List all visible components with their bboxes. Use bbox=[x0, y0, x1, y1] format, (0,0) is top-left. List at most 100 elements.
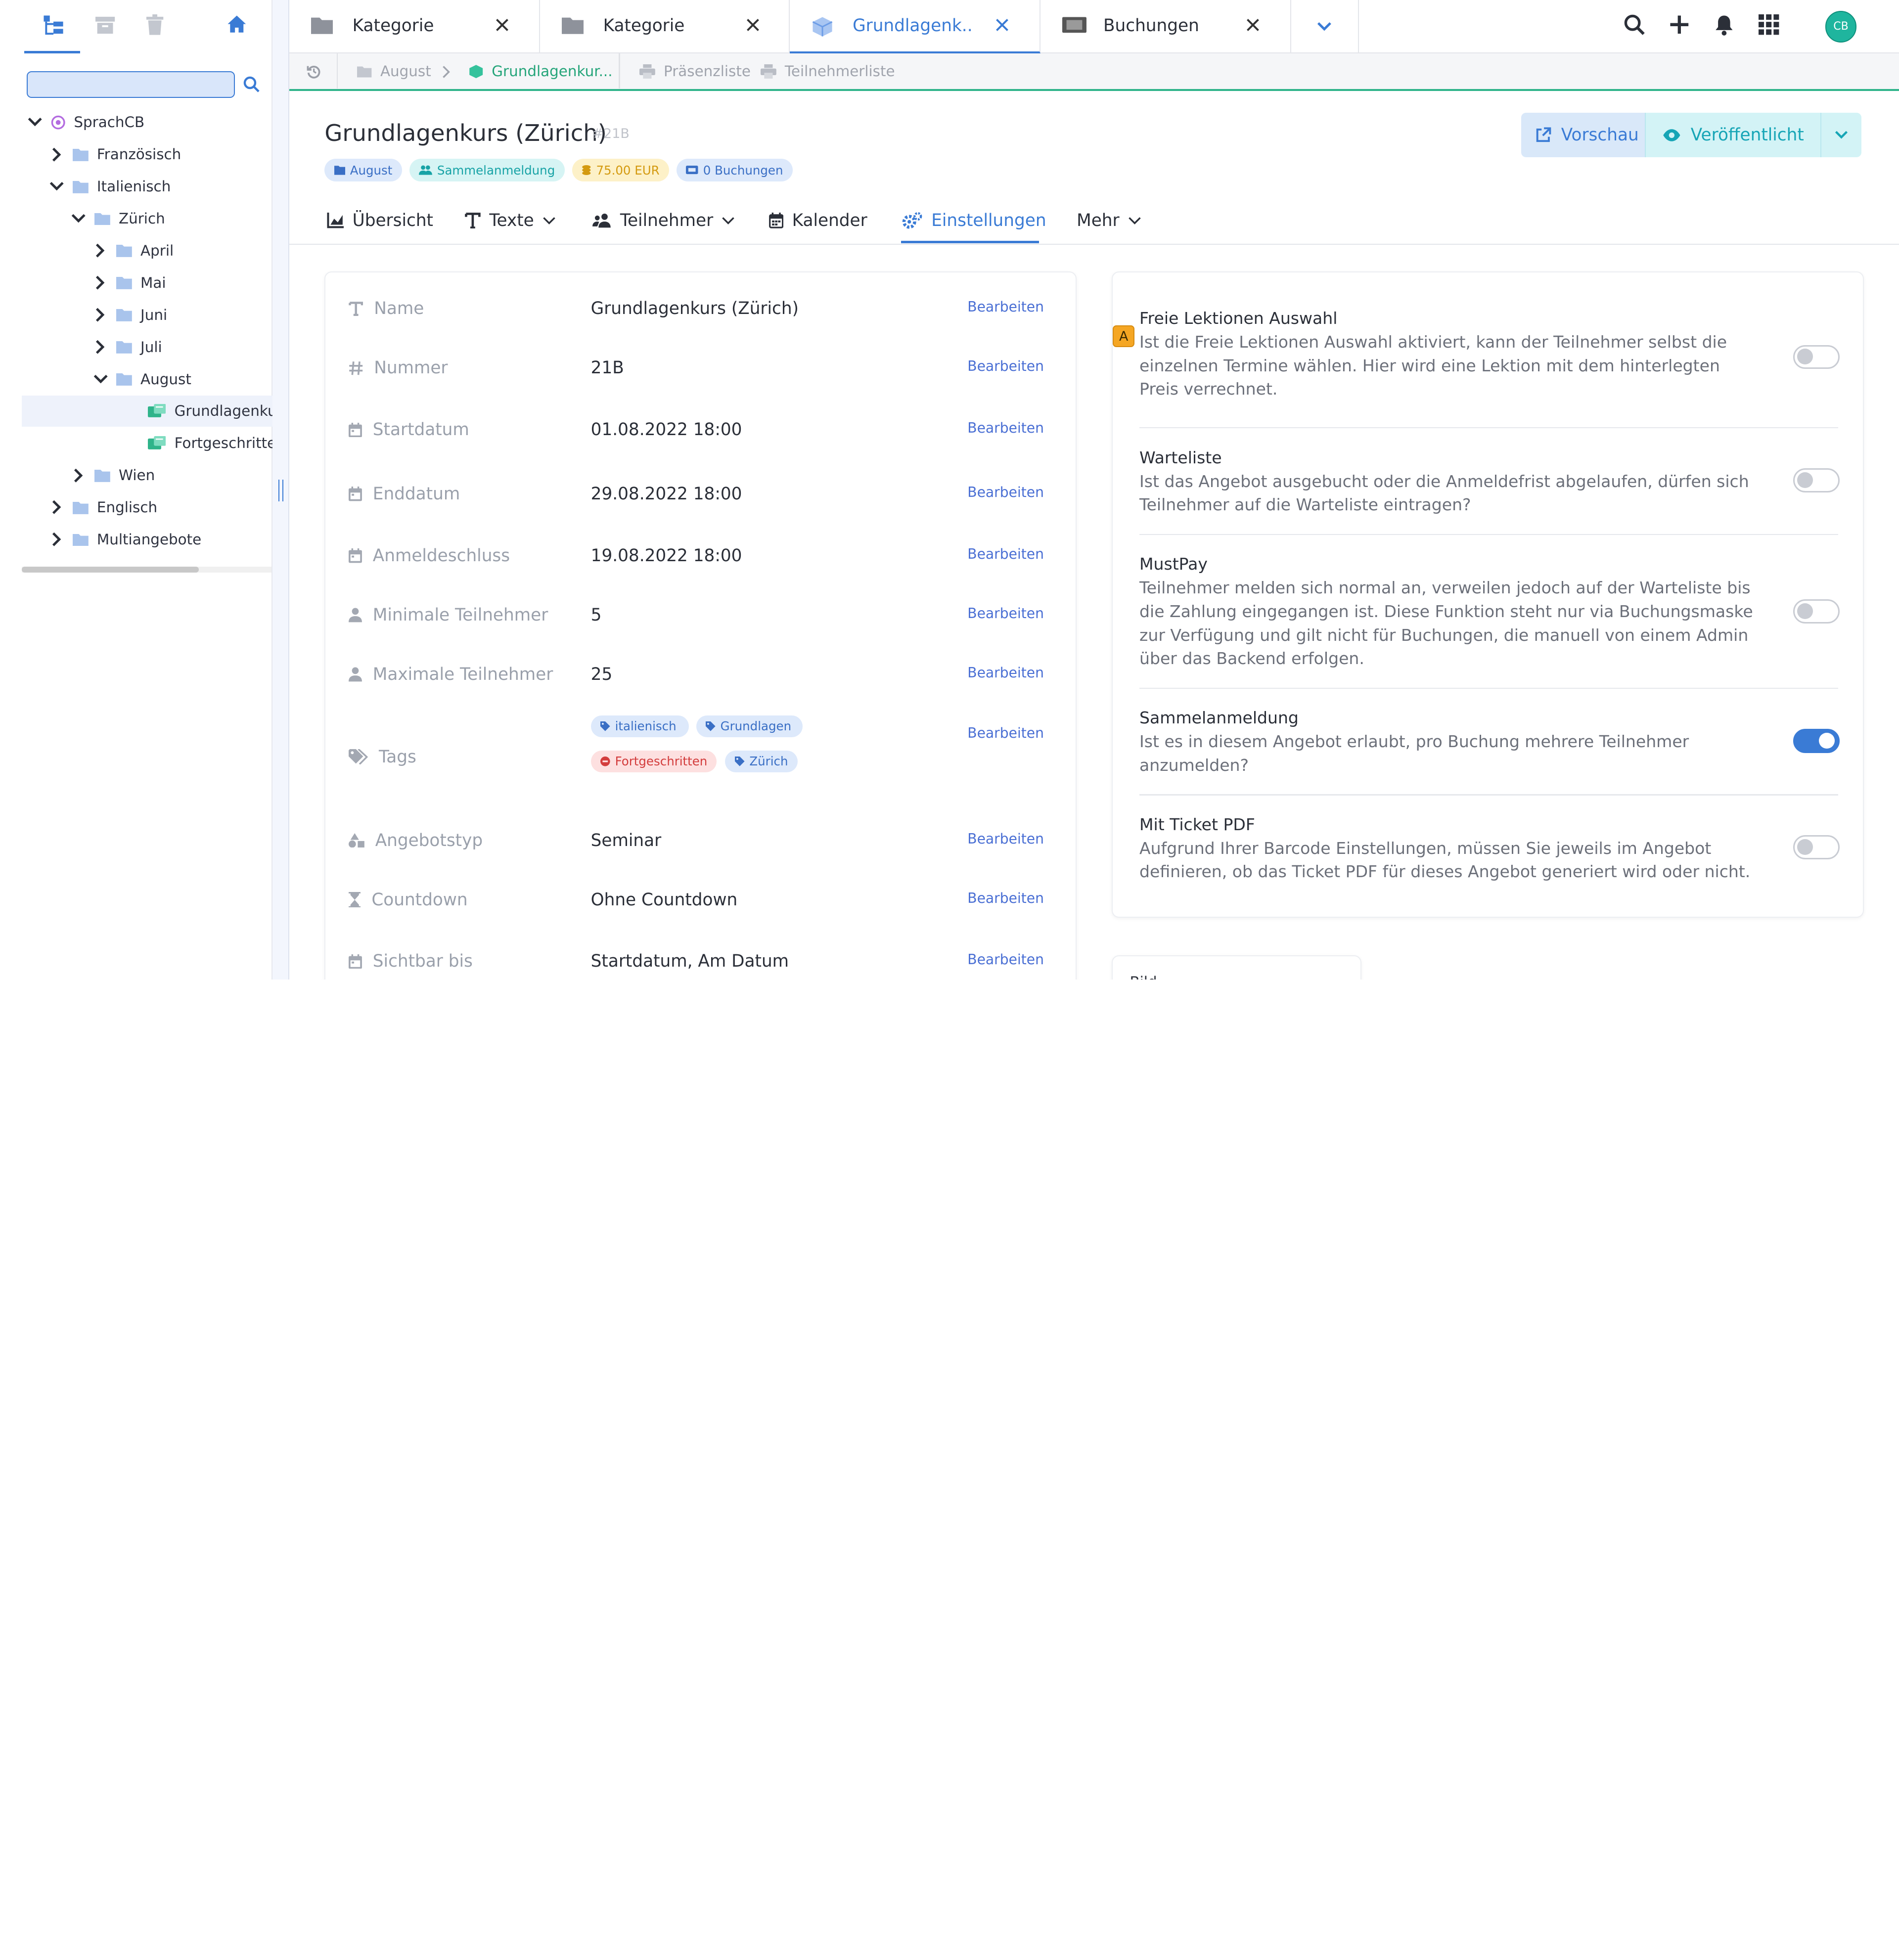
chevron-right-icon[interactable] bbox=[92, 242, 109, 259]
tab-kalender[interactable]: Kalender bbox=[769, 211, 867, 230]
setting-description: Ist es in diesem Angebot erlaubt, pro Bu… bbox=[1139, 732, 1689, 775]
tab-kategorie-2[interactable]: Kategorie bbox=[540, 0, 790, 53]
trash-icon[interactable] bbox=[146, 14, 164, 36]
edit-link[interactable]: Bearbeiten bbox=[967, 725, 1044, 741]
edit-link[interactable]: Bearbeiten bbox=[967, 546, 1044, 562]
chevron-down-icon[interactable] bbox=[27, 114, 44, 131]
edit-link[interactable]: Bearbeiten bbox=[967, 831, 1044, 847]
close-icon[interactable] bbox=[496, 18, 509, 32]
printer-icon bbox=[639, 64, 655, 79]
tree-node-mai[interactable]: Mai bbox=[22, 267, 272, 299]
calendar-icon bbox=[348, 954, 362, 969]
plus-icon[interactable] bbox=[1669, 14, 1690, 35]
tag-fortgeschritten[interactable]: Fortgeschritten bbox=[590, 750, 717, 772]
tabs-overflow-button[interactable] bbox=[1291, 0, 1359, 53]
chevron-right-icon[interactable] bbox=[48, 146, 65, 163]
property-value: 5 bbox=[590, 605, 602, 625]
tree-search-input[interactable] bbox=[26, 71, 235, 98]
tab-mehr[interactable]: Mehr bbox=[1077, 211, 1141, 230]
tab-buchungen[interactable]: Buchungen bbox=[1040, 0, 1291, 53]
tab-kategorie-1[interactable]: Kategorie bbox=[289, 0, 541, 53]
toggle-switch[interactable] bbox=[1793, 345, 1840, 369]
property-label-text: Anmeldeschluss bbox=[372, 546, 510, 566]
tab-einstellungen[interactable]: Einstellungen bbox=[902, 211, 1046, 230]
edit-link[interactable]: Bearbeiten bbox=[967, 665, 1044, 681]
tree-node-juni[interactable]: Juni bbox=[22, 299, 272, 331]
toggle-switch[interactable] bbox=[1793, 728, 1840, 753]
archive-icon[interactable] bbox=[95, 14, 115, 36]
badge-bookings[interactable]: 0 Buchungen bbox=[676, 158, 793, 182]
tab-teilnehmer[interactable]: Teilnehmer bbox=[592, 211, 735, 230]
breadcrumb-item-august[interactable]: August bbox=[357, 63, 431, 80]
tab-label: Einstellungen bbox=[931, 211, 1046, 231]
tree-node-multiangebote[interactable]: Multiangebote bbox=[22, 524, 272, 555]
tree-node-französisch[interactable]: Französisch bbox=[22, 138, 272, 170]
toggle-switch[interactable] bbox=[1793, 599, 1840, 624]
close-icon[interactable] bbox=[746, 18, 760, 32]
chevron-right-icon[interactable] bbox=[48, 499, 65, 516]
page-title: Grundlagenkurs (Zürich) bbox=[324, 120, 607, 147]
sidebar-resize-handle[interactable] bbox=[272, 0, 290, 980]
tree-node-label: Mai bbox=[140, 274, 166, 291]
tree-node-august[interactable]: August bbox=[22, 363, 272, 395]
home-icon[interactable] bbox=[226, 14, 247, 34]
tag-italienisch[interactable]: italienisch bbox=[590, 715, 689, 737]
edit-link[interactable]: Bearbeiten bbox=[967, 420, 1044, 436]
chevron-right-icon[interactable] bbox=[48, 531, 65, 548]
chevron-right-icon[interactable] bbox=[92, 307, 109, 323]
tree-node-zürich[interactable]: Zürich bbox=[22, 203, 272, 234]
badge-category[interactable]: August bbox=[324, 158, 402, 182]
scrollbar-thumb[interactable] bbox=[22, 567, 199, 573]
tag-z-rich[interactable]: Zürich bbox=[725, 750, 798, 772]
tab-label: Teilnehmer bbox=[620, 211, 714, 231]
bell-icon[interactable] bbox=[1715, 14, 1733, 36]
user-icon bbox=[348, 667, 362, 682]
chevron-right-icon[interactable] bbox=[92, 338, 109, 355]
tab-uebersicht[interactable]: Übersicht bbox=[327, 211, 433, 230]
tree-node-grundlagenkurs[interactable]: Grundlagenkurs bbox=[22, 395, 273, 427]
tree-node-wien[interactable]: Wien bbox=[22, 459, 272, 491]
tag-grundlagen[interactable]: Grundlagen bbox=[696, 715, 803, 737]
tree-node-englisch[interactable]: Englisch bbox=[22, 491, 272, 523]
badge-price[interactable]: 75.00 EUR bbox=[572, 158, 670, 182]
toggle-switch[interactable] bbox=[1793, 468, 1840, 493]
close-icon[interactable] bbox=[1246, 18, 1260, 32]
chevron-down-icon[interactable] bbox=[48, 178, 65, 195]
tree-node-fortgeschrittene[interactable]: Fortgeschrittene bbox=[22, 427, 272, 459]
apps-grid-icon[interactable] bbox=[1758, 14, 1779, 35]
badge-registration[interactable]: Sammelanmeldung bbox=[409, 158, 565, 182]
published-button[interactable]: Veröffentlicht bbox=[1646, 112, 1822, 158]
edit-link[interactable]: Bearbeiten bbox=[967, 299, 1044, 315]
chevron-right-icon[interactable] bbox=[92, 274, 109, 291]
edit-link[interactable]: Bearbeiten bbox=[967, 605, 1044, 622]
teilnehmerliste-link[interactable]: Teilnehmerliste bbox=[760, 63, 895, 80]
toggle-switch[interactable] bbox=[1793, 835, 1840, 860]
chevron-down-icon[interactable] bbox=[70, 210, 87, 227]
avatar[interactable]: CB bbox=[1825, 11, 1857, 43]
edit-link[interactable]: Bearbeiten bbox=[967, 484, 1044, 500]
edit-link[interactable]: Bearbeiten bbox=[967, 890, 1044, 906]
close-icon[interactable] bbox=[995, 18, 1009, 32]
tree-node-juli[interactable]: Juli bbox=[22, 331, 272, 363]
tree-icon[interactable] bbox=[43, 14, 64, 36]
search-icon[interactable] bbox=[1624, 14, 1646, 36]
tab-grundlagenkurs[interactable]: Grundlagenk... bbox=[789, 0, 1040, 53]
search-icon[interactable] bbox=[243, 76, 260, 93]
chevron-right-icon[interactable] bbox=[70, 467, 87, 484]
tree-node-april[interactable]: April bbox=[22, 235, 272, 267]
breadcrumb-item-current[interactable]: Grundlagenkur... bbox=[469, 63, 613, 80]
tree-node-italienisch[interactable]: Italienisch bbox=[22, 171, 272, 202]
tree-node-sprachcb[interactable]: SprachCB bbox=[22, 107, 272, 138]
sidebar-scrollbar[interactable] bbox=[22, 567, 271, 573]
publish-options-button[interactable] bbox=[1821, 112, 1862, 158]
chevron-down-icon[interactable] bbox=[92, 370, 109, 387]
property-value: Grundlagenkurs (Zürich) bbox=[590, 299, 799, 319]
preview-button[interactable]: Vorschau bbox=[1521, 112, 1646, 158]
edit-link[interactable]: Bearbeiten bbox=[967, 358, 1044, 374]
property-label: Maximale Teilnehmer bbox=[348, 665, 553, 684]
edit-link[interactable]: Bearbeiten bbox=[967, 951, 1044, 968]
grip-icon[interactable] bbox=[278, 479, 284, 501]
praesenzliste-link[interactable]: Präsenzliste bbox=[639, 63, 751, 80]
tab-texte[interactable]: Texte bbox=[465, 211, 555, 230]
history-icon[interactable] bbox=[307, 64, 321, 79]
